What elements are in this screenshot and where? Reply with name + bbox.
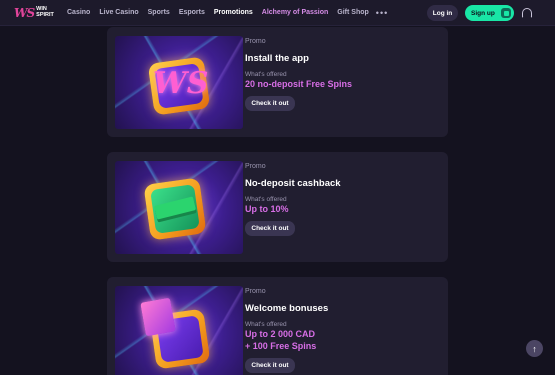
promo-image-gift-box[interactable]	[115, 286, 243, 375]
offer-value: Up to 10%	[245, 204, 289, 214]
nav-promotions[interactable]: Promotions	[214, 9, 253, 16]
nav-live-casino[interactable]: Live Casino	[99, 9, 138, 16]
check-it-out-button[interactable]: Check it out	[245, 221, 295, 236]
offer-label: What's offered	[245, 196, 287, 203]
logo-text-spirit: SPIRIT	[36, 11, 54, 18]
nav-alchemy-of-passion[interactable]: Alchemy of Passion	[262, 9, 329, 16]
nav-sports[interactable]: Sports	[148, 9, 170, 16]
check-it-out-button[interactable]: Check it out	[245, 96, 295, 111]
promo-title: Welcome bonuses	[245, 303, 329, 314]
nav-esports[interactable]: Esports	[179, 9, 205, 16]
offer-label: What's offered	[245, 71, 287, 78]
promo-card-cashback: Promo No-deposit cashback What's offered…	[107, 152, 448, 262]
nav-casino[interactable]: Casino	[67, 9, 90, 16]
promo-label: Promo	[245, 163, 266, 170]
offer-value: Up to 2 000 CAD	[245, 329, 316, 339]
arrow-up-icon[interactable]: ↑	[526, 340, 543, 357]
main-nav: Casino Live Casino Sports Esports Promot…	[67, 8, 388, 18]
nav-gift-shop[interactable]: Gift Shop	[337, 9, 369, 16]
check-it-out-button[interactable]: Check it out	[245, 358, 295, 373]
headset-support-icon[interactable]	[522, 8, 532, 18]
signup-button[interactable]: Sign up	[465, 5, 514, 21]
signup-label: Sign up	[471, 9, 495, 17]
top-header: WS WIN SPIRIT Casino Live Casino Sports …	[0, 0, 555, 26]
offer-label: What's offered	[245, 321, 287, 328]
offer-value: 20 no-deposit Free Spins	[245, 79, 353, 89]
promo-image-ws-logo[interactable]: WS	[115, 36, 243, 129]
promo-label: Promo	[245, 38, 266, 45]
promo-image-cashback[interactable]	[115, 161, 243, 254]
logo[interactable]: WS WIN SPIRIT	[14, 6, 60, 20]
promo-label: Promo	[245, 288, 266, 295]
promo-title: No-deposit cashback	[245, 178, 341, 189]
offer-value-line2: + 100 Free Spins	[245, 341, 317, 351]
gift-box-icon	[140, 297, 176, 337]
promo-card-welcome-bonuses: Promo Welcome bonuses What's offered Up …	[107, 277, 448, 375]
logo-mark-icon: WS	[14, 5, 35, 20]
ws-logo-icon: WS	[153, 66, 209, 101]
gift-icon	[501, 8, 511, 18]
promo-title: Install the app	[245, 53, 309, 64]
login-button[interactable]: Log in	[427, 5, 458, 21]
promo-card-install-app: WS Promo Install the app What's offered …	[107, 27, 448, 137]
more-menu-icon[interactable]: •••	[376, 8, 388, 18]
